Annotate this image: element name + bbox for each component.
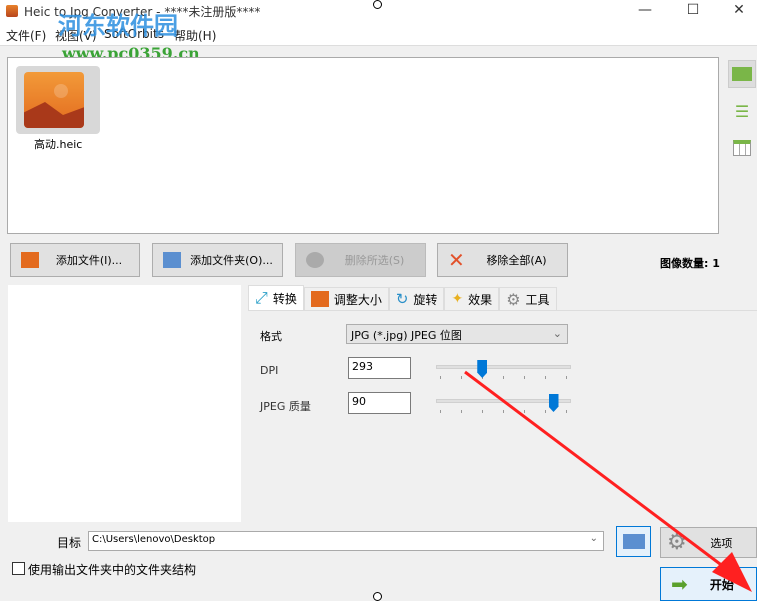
quality-slider[interactable] — [436, 394, 571, 413]
tab-rotate[interactable]: ↻ 旋转 — [388, 287, 445, 310]
format-label: 格式 — [260, 330, 282, 343]
menu-help[interactable]: 帮助(H) — [174, 27, 216, 44]
start-label: 开始 — [709, 577, 734, 592]
keep-structure-checkbox[interactable] — [12, 562, 25, 575]
quality-label: JPEG 质量 — [260, 400, 311, 413]
tab-label: 旋转 — [413, 292, 438, 307]
close-button[interactable]: ✕ — [724, 2, 754, 20]
tab-effects[interactable]: ✦ 效果 — [444, 287, 500, 310]
remove-selected-button[interactable]: 删除所选(S) — [295, 243, 426, 277]
target-path-combo[interactable]: C:\Users\lenovo\Desktop ⌄ — [88, 531, 604, 551]
gear-icon: ⚙ — [667, 530, 687, 555]
tab-bar: ⤢ 转换 调整大小 ↻ 旋转 ✦ 效果 ⚙ 工具 — [248, 285, 557, 310]
file-name: 高动.heic — [34, 138, 83, 151]
target-path-value: C:\Users\lenovo\Desktop — [92, 534, 216, 545]
target-label: 目标 — [57, 536, 82, 550]
table-view-icon[interactable] — [728, 134, 756, 162]
file-list[interactable]: 高动.heic — [7, 57, 719, 234]
rotate-icon: ↻ — [395, 290, 409, 308]
browse-folder-button[interactable] — [616, 526, 651, 557]
chevron-down-icon: ⌄ — [552, 327, 562, 340]
chevron-down-icon: ⌄ — [589, 533, 598, 544]
dpi-label: DPI — [260, 364, 279, 377]
tab-tools[interactable]: ⚙ 工具 — [499, 287, 557, 310]
quality-input[interactable]: 90 — [348, 392, 411, 414]
remove-all-label: 移除全部(A) — [486, 254, 547, 267]
image-icon — [24, 72, 84, 128]
add-folder-label: 添加文件夹(O)... — [190, 254, 273, 267]
dpi-slider[interactable] — [436, 360, 571, 379]
maximize-button[interactable]: ☐ — [678, 2, 708, 20]
tab-resize[interactable]: 调整大小 — [303, 287, 389, 310]
preview-panel — [8, 285, 241, 522]
list-view-icon[interactable]: ☰ — [728, 97, 756, 125]
file-thumbnail[interactable] — [16, 66, 100, 134]
remove-selected-label: 删除所选(S) — [344, 254, 405, 267]
remove-icon — [306, 252, 324, 268]
tab-label: 转换 — [272, 291, 297, 306]
convert-icon: ⤢ — [255, 288, 268, 307]
menu-file[interactable]: 文件(F) — [6, 27, 46, 44]
folder-icon — [622, 534, 645, 549]
tab-label: 工具 — [525, 292, 550, 307]
format-select[interactable]: JPG (*.jpg) JPEG 位图 ⌄ — [346, 324, 568, 344]
dpi-input[interactable]: 293 — [348, 357, 411, 379]
tab-label: 调整大小 — [333, 292, 382, 307]
format-value: JPG (*.jpg) JPEG 位图 — [351, 329, 462, 342]
add-file-label: 添加文件(I)... — [55, 254, 123, 267]
keep-structure-label: 使用输出文件夹中的文件夹结构 — [28, 563, 197, 577]
image-icon — [21, 252, 39, 268]
resize-handle-top[interactable] — [373, 0, 382, 9]
options-label: 选项 — [710, 536, 733, 550]
start-button[interactable]: ➡ 开始 — [660, 567, 757, 601]
gear-icon: ⚙ — [506, 289, 521, 309]
minimize-button[interactable]: — — [630, 2, 660, 20]
add-folder-button[interactable]: 添加文件夹(O)... — [152, 243, 283, 277]
image-count: 图像数量: 1 — [660, 257, 720, 270]
options-button[interactable]: ⚙ 选项 — [660, 527, 757, 558]
watermark-name: 河东软件园 — [58, 11, 178, 40]
magic-wand-icon: ✦ — [451, 291, 464, 307]
arrow-right-icon: ➡ — [671, 572, 688, 596]
thumbnail-view-icon[interactable] — [728, 60, 756, 88]
folder-icon — [163, 252, 181, 268]
add-file-button[interactable]: 添加文件(I)... — [10, 243, 140, 277]
x-icon: ✕ — [448, 248, 465, 272]
tab-label: 效果 — [468, 292, 493, 307]
app-icon — [6, 5, 18, 17]
tab-convert[interactable]: ⤢ 转换 — [248, 285, 304, 310]
resize-icon — [310, 291, 329, 307]
resize-handle-bottom[interactable] — [373, 592, 382, 601]
remove-all-button[interactable]: ✕ 移除全部(A) — [437, 243, 568, 277]
